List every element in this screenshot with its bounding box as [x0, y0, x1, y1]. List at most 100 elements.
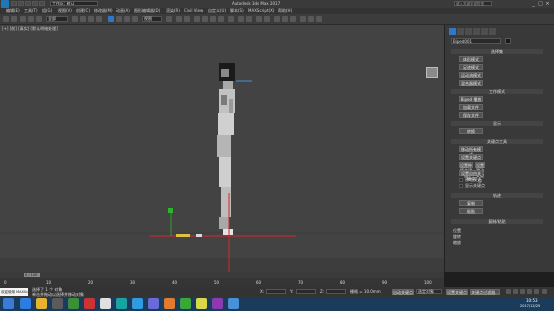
set-free-key-button[interactable]: 设置自由关键点	[459, 170, 483, 181]
snaps-toggle-icon[interactable]	[194, 16, 200, 22]
new-file-icon[interactable]	[11, 1, 17, 6]
media-player-icon[interactable]	[52, 298, 63, 309]
rendered-frame-window-icon[interactable]	[308, 16, 314, 22]
app-green-icon[interactable]	[68, 298, 79, 309]
modify-tab-icon[interactable]	[457, 28, 464, 35]
window-crossing-icon[interactable]	[96, 16, 102, 22]
select-by-name-icon[interactable]	[80, 16, 86, 22]
select-object-icon[interactable]	[72, 16, 78, 22]
bind-space-warp-icon[interactable]	[36, 16, 42, 22]
curve-editor-icon[interactable]	[274, 16, 280, 22]
biped-playback-button[interactable]: Biped 播放	[459, 96, 483, 102]
copy-button[interactable]: 复制	[459, 200, 483, 206]
keyboard-shortcut-override-icon[interactable]	[184, 16, 190, 22]
convert-button[interactable]: 转换	[459, 128, 483, 134]
zoom-extents-icon[interactable]	[542, 289, 547, 294]
pivot-center-icon[interactable]	[166, 16, 172, 22]
app-blue-icon[interactable]	[132, 298, 143, 309]
copy-paste-rollout[interactable]: 复制/粘贴	[451, 219, 543, 224]
in-place-checkbox[interactable]	[459, 178, 463, 182]
select-and-scale-icon[interactable]	[124, 16, 130, 22]
minimize-button[interactable]: _	[530, 1, 537, 7]
motion-tab-icon[interactable]	[473, 28, 480, 35]
redo-tool-icon[interactable]	[11, 16, 17, 22]
select-and-rotate-icon[interactable]	[116, 16, 122, 22]
material-editor-icon[interactable]	[290, 16, 296, 22]
spinner-snap-icon[interactable]	[218, 16, 224, 22]
workspace-dropdown[interactable]: 工作区: 默认	[50, 1, 98, 6]
open-file-icon[interactable]	[18, 1, 24, 6]
show-key-checkbox[interactable]	[459, 184, 463, 188]
mirror-icon[interactable]	[238, 16, 244, 22]
layer-explorer-icon[interactable]	[256, 16, 262, 22]
maxscript-listener[interactable]: 欢迎使用 MAXSc	[0, 288, 28, 296]
set-sliding-key-button[interactable]: 设置滑动关键点	[475, 162, 485, 183]
paste-button[interactable]: 粘贴	[459, 208, 483, 214]
save-file-button[interactable]: 保存文件	[459, 112, 483, 118]
undo-tool-icon[interactable]	[3, 16, 9, 22]
rectangle-selection-icon[interactable]	[88, 16, 94, 22]
set-planted-key-button[interactable]: 设置种植关键点	[459, 162, 473, 178]
work-modes-rollout[interactable]: 工作模式	[451, 89, 543, 94]
y-coord-field[interactable]	[296, 289, 316, 294]
3dsmax-taskbar-icon[interactable]	[116, 298, 127, 309]
load-file-button[interactable]: 加载文件	[459, 104, 483, 110]
select-and-move-icon[interactable]	[108, 16, 114, 22]
display-tab-icon[interactable]	[481, 28, 488, 35]
link-icon[interactable]	[20, 16, 26, 22]
move-all-mode-button[interactable]: 移动所有模式	[459, 146, 483, 157]
character-model[interactable]	[217, 63, 235, 235]
select-manipulate-icon[interactable]	[176, 16, 182, 22]
select-and-place-icon[interactable]	[132, 16, 138, 22]
perspective-viewport[interactable]: [+] [前] [真实] [默认明暗处理]	[0, 25, 444, 272]
set-key-button[interactable]: 设置关键点	[459, 154, 483, 160]
maximize-button[interactable]: □	[537, 1, 544, 7]
redo-icon[interactable]	[39, 1, 45, 6]
angle-snap-icon[interactable]	[202, 16, 208, 22]
selection-set-dropdown[interactable]: 选定对象	[416, 289, 442, 294]
app-yellow-icon[interactable]	[196, 298, 207, 309]
go-to-start-icon[interactable]	[506, 289, 511, 294]
play-icon[interactable]	[520, 289, 525, 294]
file-explorer-icon[interactable]	[36, 298, 47, 309]
undo-icon[interactable]	[32, 1, 38, 6]
z-coord-field[interactable]	[326, 289, 346, 294]
next-frame-icon[interactable]	[527, 289, 532, 294]
app-orange-icon[interactable]	[164, 298, 175, 309]
footstep-mode-button[interactable]: 足迹模式	[459, 64, 483, 70]
x-coord-field[interactable]	[266, 289, 286, 294]
motion-flow-button[interactable]: 运动流模式	[459, 72, 483, 78]
app-wechat-icon[interactable]	[180, 298, 191, 309]
create-tab-icon[interactable]	[449, 28, 456, 35]
hierarchy-tab-icon[interactable]	[465, 28, 472, 35]
display-rollout[interactable]: 显示	[451, 121, 543, 126]
time-slider-thumb[interactable]: 0 / 100	[24, 273, 40, 277]
go-to-end-icon[interactable]	[534, 289, 539, 294]
schematic-view-icon[interactable]	[282, 16, 288, 22]
key-filters-button[interactable]: 关键点过滤器...	[470, 289, 500, 295]
render-setup-icon[interactable]	[300, 16, 306, 22]
app-red-icon[interactable]	[84, 298, 95, 309]
utilities-tab-icon[interactable]	[489, 28, 496, 35]
object-name-field[interactable]: Biped001	[451, 38, 501, 44]
selection-sets-rollout[interactable]: 选择集	[451, 49, 543, 54]
previous-frame-icon[interactable]	[513, 289, 518, 294]
set-key-button-status[interactable]: 设置关键点	[446, 289, 468, 295]
start-menu-icon[interactable]	[3, 298, 14, 309]
selection-filter-dropdown[interactable]: 全部	[46, 16, 68, 22]
mixer-mode-button[interactable]: 混合器模式	[459, 80, 483, 86]
trajectory-rollout[interactable]: 轨迹	[451, 193, 543, 198]
edit-named-selection-icon[interactable]	[228, 16, 234, 22]
app-lightblue-icon[interactable]	[228, 298, 239, 309]
align-icon[interactable]	[246, 16, 252, 22]
search-input[interactable]: 键入关键字或短语	[454, 1, 492, 6]
percent-snap-icon[interactable]	[210, 16, 216, 22]
auto-key-button[interactable]: 自动关键点	[392, 289, 414, 295]
ie-browser-icon[interactable]	[20, 298, 31, 309]
figure-mode-button[interactable]: 体形模式	[459, 56, 483, 62]
app-purple-icon[interactable]	[148, 298, 159, 309]
render-production-icon[interactable]	[316, 16, 322, 22]
toggle-ribbon-icon[interactable]	[264, 16, 270, 22]
save-file-icon[interactable]	[25, 1, 31, 6]
close-button[interactable]: ×	[544, 1, 551, 7]
